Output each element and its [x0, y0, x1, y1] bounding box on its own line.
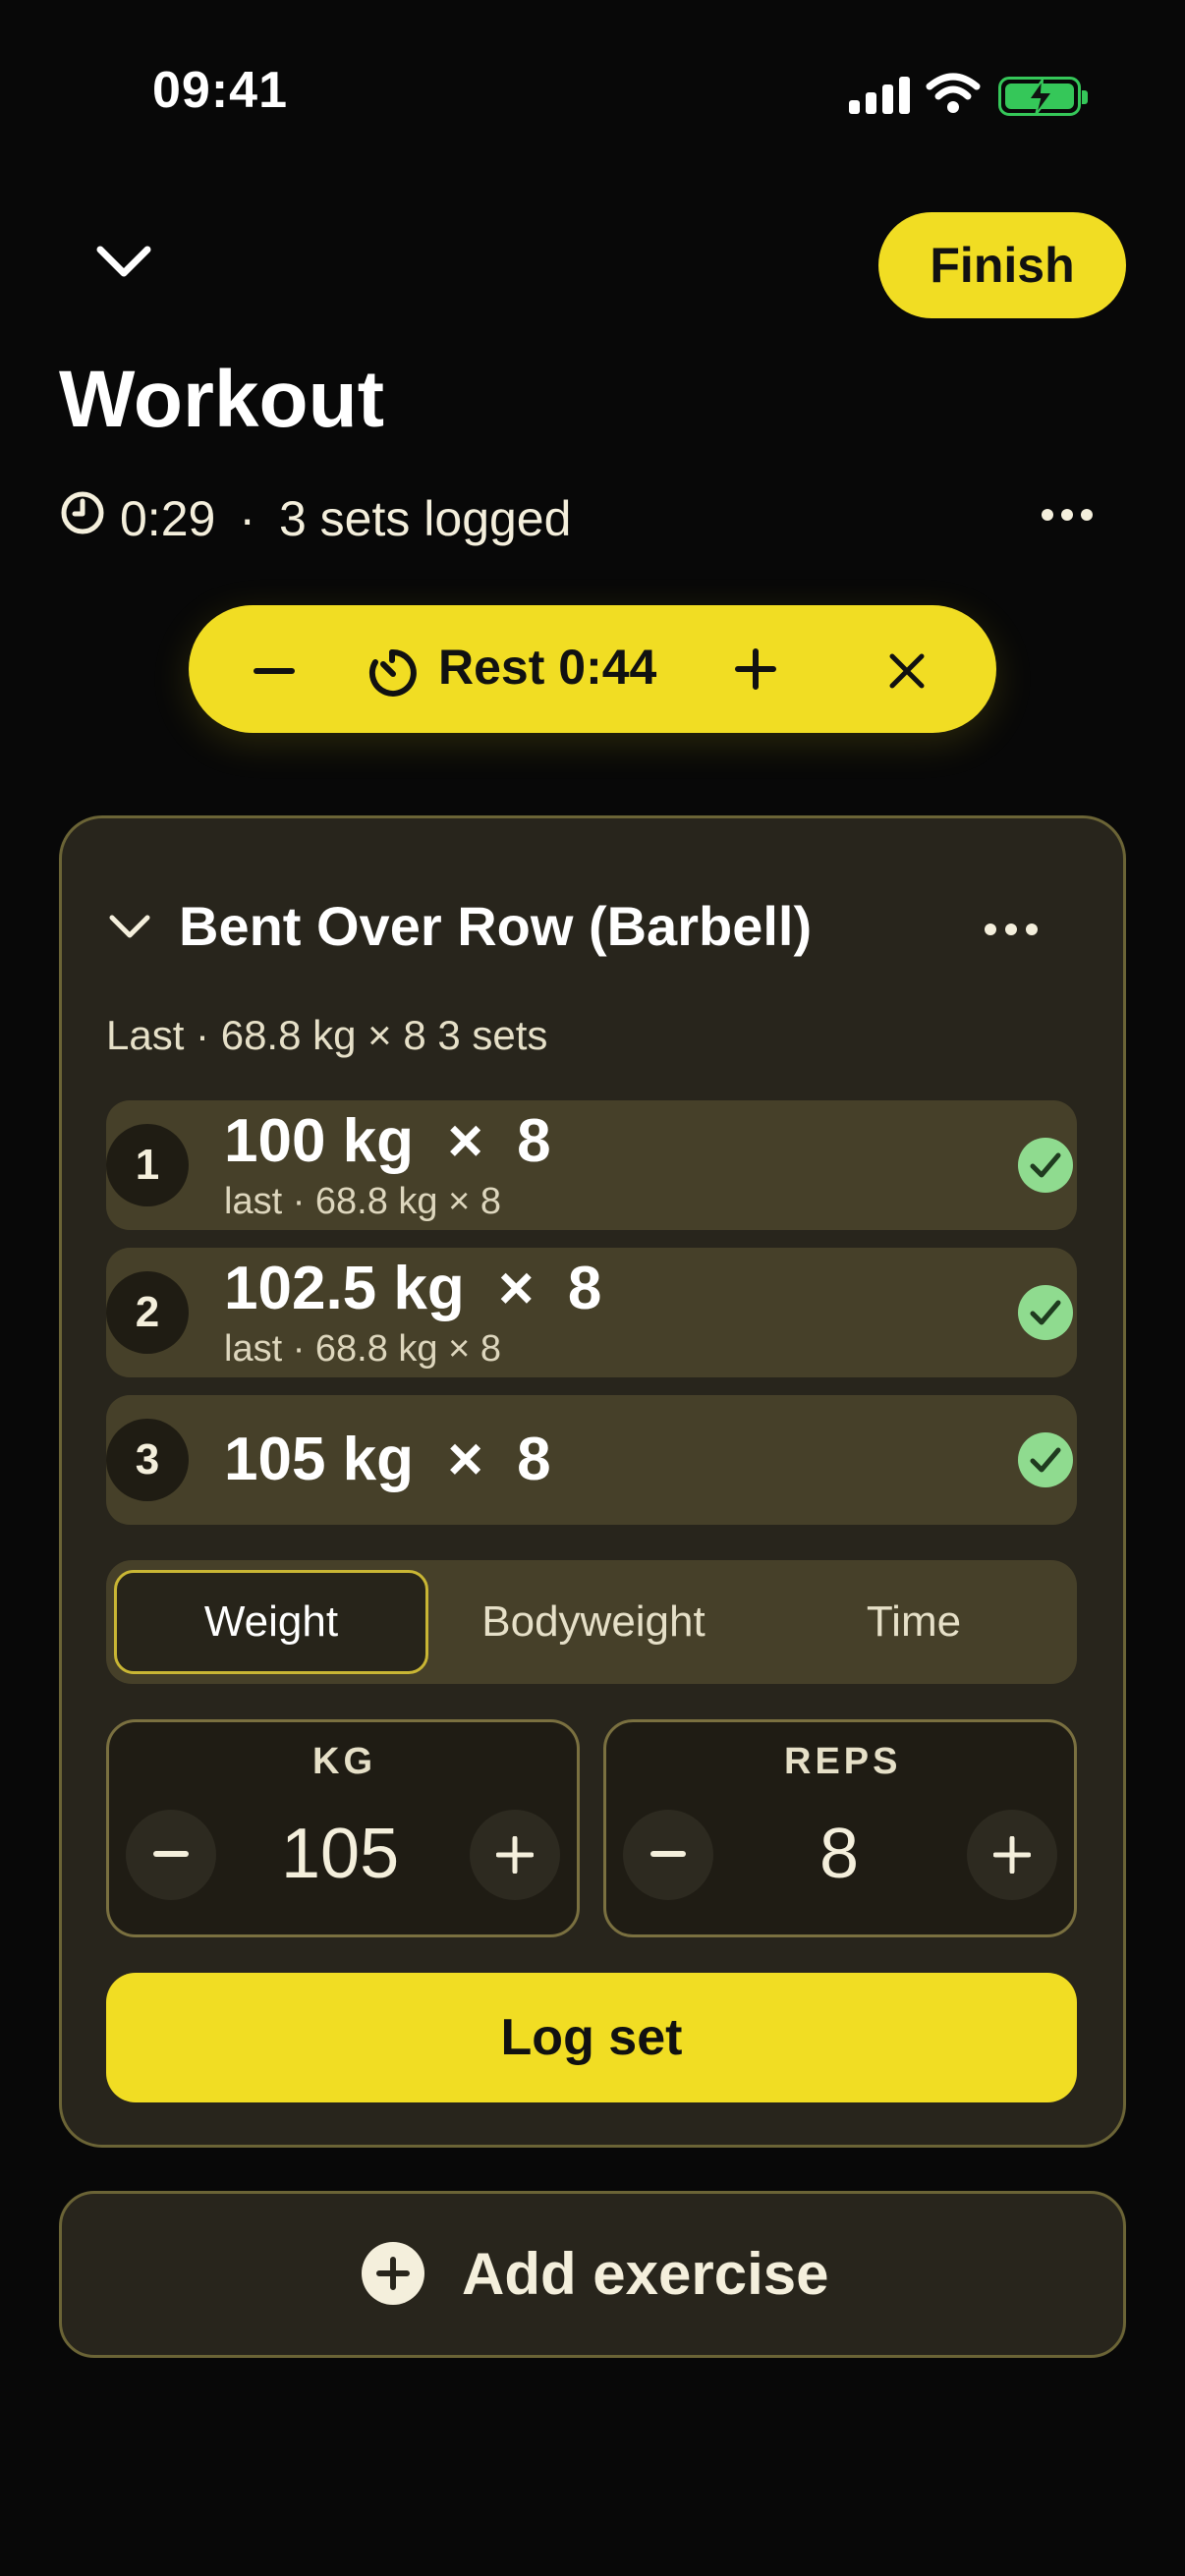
cellular-signal-icon	[849, 77, 910, 114]
add-exercise-label: Add exercise	[462, 2241, 829, 2307]
rest-time-label: Rest 0:44	[438, 640, 657, 695]
weight-value[interactable]: 105	[281, 1814, 399, 1894]
rest-increase-icon[interactable]	[735, 648, 776, 695]
completed-check-icon[interactable]	[1018, 1432, 1073, 1487]
mode-weight-tab[interactable]: Weight	[114, 1570, 428, 1674]
set-weight-reps: 100 kg × 8	[224, 1107, 551, 1175]
weight-unit-label: KG	[312, 1741, 376, 1782]
mode-bodyweight-tab[interactable]: Bodyweight	[432, 1570, 755, 1674]
previous-performance: Last · 68.8 kg × 8 3 sets	[106, 1012, 548, 1058]
finish-button[interactable]: Finish	[878, 212, 1126, 318]
mode-time-tab[interactable]: Time	[759, 1570, 1069, 1674]
add-circle-icon	[362, 2242, 424, 2305]
page-title: Workout	[59, 355, 385, 444]
set-weight-reps: 105 kg × 8	[224, 1426, 551, 1493]
reps-label: REPS	[784, 1741, 902, 1782]
set-number: 1	[106, 1124, 189, 1206]
more-options-icon[interactable]	[1042, 509, 1093, 521]
battery-charging-icon	[998, 77, 1088, 116]
exercise-name[interactable]: Bent Over Row (Barbell)	[179, 894, 812, 958]
completed-check-icon[interactable]	[1018, 1138, 1073, 1193]
rest-decrease-icon[interactable]	[254, 668, 295, 674]
set-weight-reps: 102.5 kg × 8	[224, 1255, 602, 1322]
set-number: 2	[106, 1271, 189, 1354]
rest-dismiss-icon[interactable]	[888, 652, 926, 695]
chevron-down-icon[interactable]	[108, 914, 151, 946]
reps-decrease-button[interactable]	[623, 1810, 713, 1900]
clock-icon	[59, 489, 106, 548]
collapse-chevron-icon[interactable]	[94, 244, 153, 284]
wifi-icon	[926, 73, 981, 119]
completed-check-icon[interactable]	[1018, 1285, 1073, 1340]
elapsed-time: 0:29	[120, 491, 216, 546]
log-set-button[interactable]: Log set	[106, 1973, 1077, 2102]
set-last-reference: last · 68.8 kg × 8	[224, 1328, 501, 1370]
set-last-reference: last · 68.8 kg × 8	[224, 1181, 501, 1222]
reps-value[interactable]: 8	[819, 1814, 859, 1894]
timer-icon	[366, 646, 419, 704]
set-number: 3	[106, 1419, 189, 1501]
weight-increase-button[interactable]	[470, 1810, 560, 1900]
status-time: 09:41	[152, 62, 288, 119]
weight-decrease-button[interactable]	[126, 1810, 216, 1900]
sets-logged-count: 3 sets logged	[278, 491, 572, 546]
separator: ·	[239, 491, 255, 546]
workout-summary: 0:29 · 3 sets logged	[59, 489, 571, 548]
exercise-options-icon[interactable]	[985, 924, 1038, 935]
reps-increase-button[interactable]	[967, 1810, 1057, 1900]
